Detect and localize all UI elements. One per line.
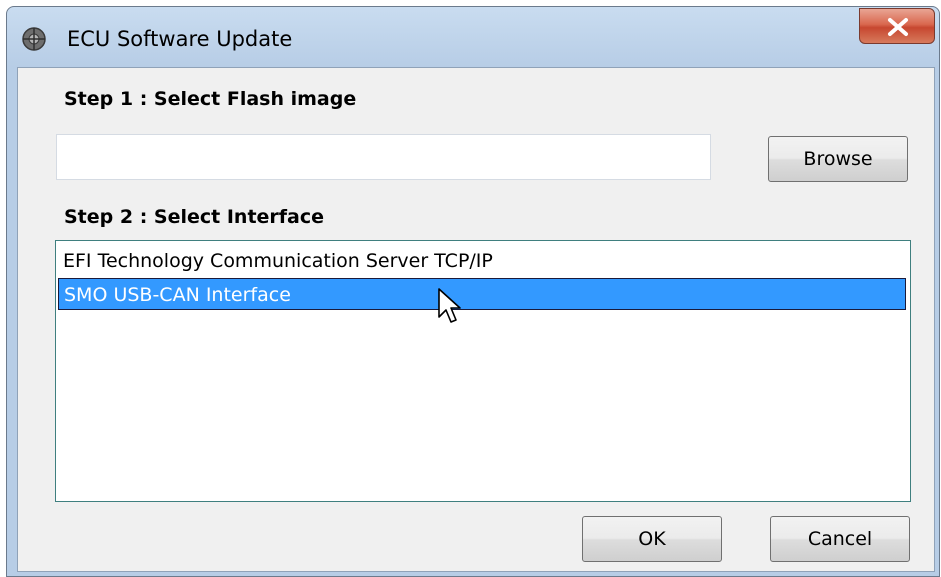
ok-button[interactable]: OK bbox=[582, 516, 722, 562]
cancel-button[interactable]: Cancel bbox=[770, 516, 910, 562]
step2-label: Step 2 : Select Interface bbox=[64, 206, 325, 228]
close-button[interactable] bbox=[859, 8, 935, 44]
browse-button[interactable]: Browse bbox=[768, 136, 908, 182]
title-bar[interactable]: ECU Software Update bbox=[7, 7, 939, 75]
window-title: ECU Software Update bbox=[67, 27, 293, 51]
mouse-pointer-icon bbox=[438, 288, 461, 323]
list-item-efi-tcpip[interactable]: EFI Technology Communication Server TCP/… bbox=[58, 245, 906, 277]
flash-image-path-input[interactable] bbox=[56, 134, 711, 180]
app-icon bbox=[21, 26, 47, 52]
interface-listbox[interactable]: EFI Technology Communication Server TCP/… bbox=[55, 240, 911, 502]
dialog-client-area: Step 1 : Select Flash image Browse Step … bbox=[17, 67, 935, 572]
list-item-smo-usb-can[interactable]: SMO USB-CAN Interface bbox=[58, 278, 906, 310]
step1-label: Step 1 : Select Flash image bbox=[64, 88, 357, 110]
dialog-window: ECU Software Update Step 1 : Select Flas… bbox=[6, 6, 940, 577]
close-icon bbox=[888, 18, 908, 36]
